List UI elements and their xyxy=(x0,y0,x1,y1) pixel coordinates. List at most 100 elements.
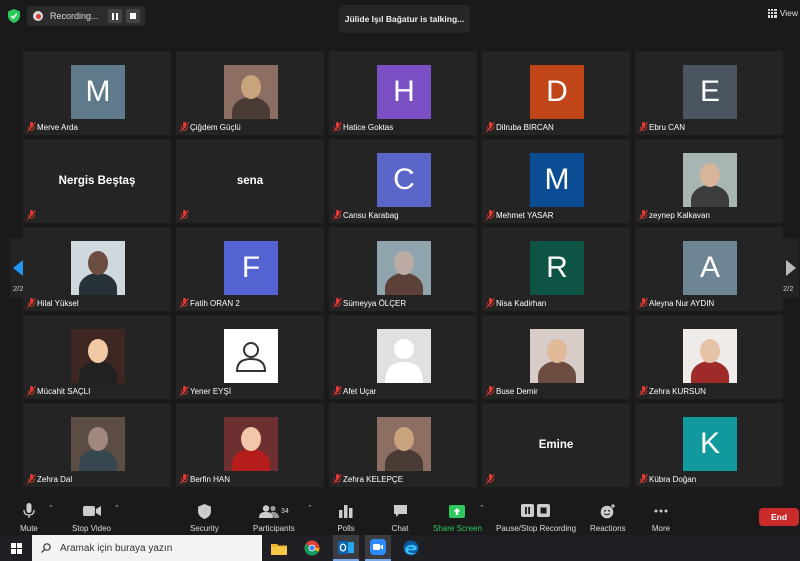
participant-tile[interactable]: sena xyxy=(176,139,324,223)
participant-tile[interactable]: Zehra KELEPÇE xyxy=(329,403,477,487)
recording-dot-icon xyxy=(33,11,43,21)
participant-tile[interactable]: C Cansu Karabag xyxy=(329,139,477,223)
arrow-right-icon xyxy=(786,260,796,276)
file-explorer-icon[interactable] xyxy=(266,535,292,561)
participant-tile[interactable]: Yener EYŞİ xyxy=(176,315,324,399)
participant-tile[interactable]: E Ebru CAN xyxy=(635,51,783,135)
muted-mic-icon xyxy=(486,474,495,484)
edge-icon[interactable] xyxy=(398,535,424,561)
end-meeting-button[interactable]: End xyxy=(759,508,799,526)
avatar: D xyxy=(530,65,584,119)
avatar: M xyxy=(71,65,125,119)
participant-tile[interactable]: H Hatice Goktas xyxy=(329,51,477,135)
muted-mic-icon xyxy=(486,210,495,220)
participant-tile[interactable]: F Fatih ORAN 2 xyxy=(176,227,324,311)
chat-button[interactable]: Chat xyxy=(389,498,411,535)
muted-mic-icon xyxy=(180,122,189,132)
participant-tile[interactable]: zeynep Kalkavan xyxy=(635,139,783,223)
participant-tile[interactable]: M Mehmet YASAR xyxy=(482,139,630,223)
polls-label: Polls xyxy=(337,524,355,533)
participant-gallery: M Merve Arda Çiğdem Güçlü H Hatice Goktas D Di… xyxy=(23,51,783,487)
participant-name: Hatice Goktas xyxy=(343,123,394,132)
default-profile-silhouette-icon xyxy=(377,329,431,383)
stop-icon xyxy=(130,13,136,19)
share-options-chevron-icon[interactable]: ⌃ xyxy=(479,504,485,512)
share-screen-label: Share Screen xyxy=(433,524,482,533)
zoom-icon[interactable] xyxy=(365,535,391,561)
recording-indicator: Recording... xyxy=(27,6,145,26)
participant-tile[interactable]: Hilal Yüksel xyxy=(23,227,171,311)
pause-stop-recording-icon xyxy=(520,501,552,521)
participant-name: zeynep Kalkavan xyxy=(649,211,710,220)
chat-label: Chat xyxy=(391,524,409,533)
gallery-grid-icon xyxy=(767,8,777,18)
arrow-left-icon xyxy=(13,260,23,276)
participant-tile[interactable]: D Dilruba BIRCAN xyxy=(482,51,630,135)
mute-button[interactable]: Mute xyxy=(18,498,40,535)
participant-tile[interactable]: K Kübra Doğan xyxy=(635,403,783,487)
pause-stop-recording-button[interactable]: Pause/Stop Recording xyxy=(496,498,576,535)
participant-name: Aleyna Nur AYDIN xyxy=(649,299,715,308)
muted-mic-icon xyxy=(639,474,648,484)
participant-tile[interactable]: Zehra Dal xyxy=(23,403,171,487)
participants-options-chevron-icon[interactable]: ⌃ xyxy=(307,504,313,512)
polls-button[interactable]: Polls xyxy=(335,498,357,535)
muted-mic-icon xyxy=(180,210,189,220)
participant-tile[interactable]: Berfin HAN xyxy=(176,403,324,487)
muted-mic-icon xyxy=(333,298,342,308)
audio-options-chevron-icon[interactable]: ⌃ xyxy=(48,504,54,512)
avatar: M xyxy=(530,153,584,207)
avatar: C xyxy=(377,153,431,207)
participant-tile[interactable]: Buse Demir xyxy=(482,315,630,399)
participant-tile[interactable]: Emine xyxy=(482,403,630,487)
muted-mic-icon xyxy=(27,122,36,132)
participant-tile[interactable]: Mücahit SAÇLI xyxy=(23,315,171,399)
participant-photo xyxy=(224,65,278,119)
muted-mic-icon xyxy=(27,474,36,484)
outlook-icon[interactable] xyxy=(333,535,359,561)
muted-mic-icon xyxy=(180,298,189,308)
muted-mic-icon xyxy=(333,474,342,484)
muted-mic-icon xyxy=(180,386,189,396)
stop-recording-button[interactable] xyxy=(126,9,140,23)
participant-photo xyxy=(71,241,125,295)
participant-count: 34 xyxy=(280,507,289,515)
next-page-button[interactable]: 2/2 xyxy=(783,238,799,298)
participant-name: Çiğdem Güçlü xyxy=(190,123,241,132)
avatar: E xyxy=(683,65,737,119)
taskbar-search-box[interactable]: Aramak için buraya yazın xyxy=(32,535,262,561)
participants-icon: 34 xyxy=(254,501,294,521)
page-indicator-right: 2/2 xyxy=(783,284,794,293)
participant-tile[interactable]: Nergis Beştaş xyxy=(23,139,171,223)
participant-tile[interactable]: Çiğdem Güçlü xyxy=(176,51,324,135)
participant-name: Berfin HAN xyxy=(190,475,231,484)
chrome-icon[interactable] xyxy=(299,535,325,561)
participant-name: Ebru CAN xyxy=(649,123,686,132)
participant-tile[interactable]: Zehra KURSUN xyxy=(635,315,783,399)
view-button[interactable]: View xyxy=(767,8,798,18)
participant-tile[interactable]: M Merve Arda xyxy=(23,51,171,135)
participant-photo xyxy=(377,241,431,295)
participants-button[interactable]: 34 Participants xyxy=(253,498,295,535)
avatar: R xyxy=(530,241,584,295)
more-button[interactable]: More xyxy=(650,498,672,535)
share-screen-button[interactable]: Share Screen xyxy=(433,498,482,535)
active-speaker-banner: Jülide Işıl Bağatur is talking... xyxy=(339,5,470,33)
participant-tile[interactable]: Afet Uçar xyxy=(329,315,477,399)
security-shield-icon[interactable] xyxy=(8,9,20,23)
stop-video-button[interactable]: Stop Video xyxy=(72,498,111,535)
muted-mic-icon xyxy=(333,122,342,132)
participant-name: Kübra Doğan xyxy=(649,475,697,484)
windows-start-icon[interactable] xyxy=(11,543,22,554)
video-options-chevron-icon[interactable]: ⌃ xyxy=(114,504,120,512)
muted-mic-icon xyxy=(639,122,648,132)
security-button[interactable]: Security xyxy=(190,498,219,535)
muted-mic-icon xyxy=(27,386,36,396)
avatar: F xyxy=(224,241,278,295)
participant-tile[interactable]: A Aleyna Nur AYDIN xyxy=(635,227,783,311)
pause-recording-button[interactable] xyxy=(108,9,122,23)
participant-display-name: Nergis Beştaş xyxy=(58,175,136,187)
reactions-button[interactable]: Reactions xyxy=(590,498,626,535)
participant-tile[interactable]: Sümeyya ÖLÇER xyxy=(329,227,477,311)
participant-tile[interactable]: R Nisa Kadirhan xyxy=(482,227,630,311)
